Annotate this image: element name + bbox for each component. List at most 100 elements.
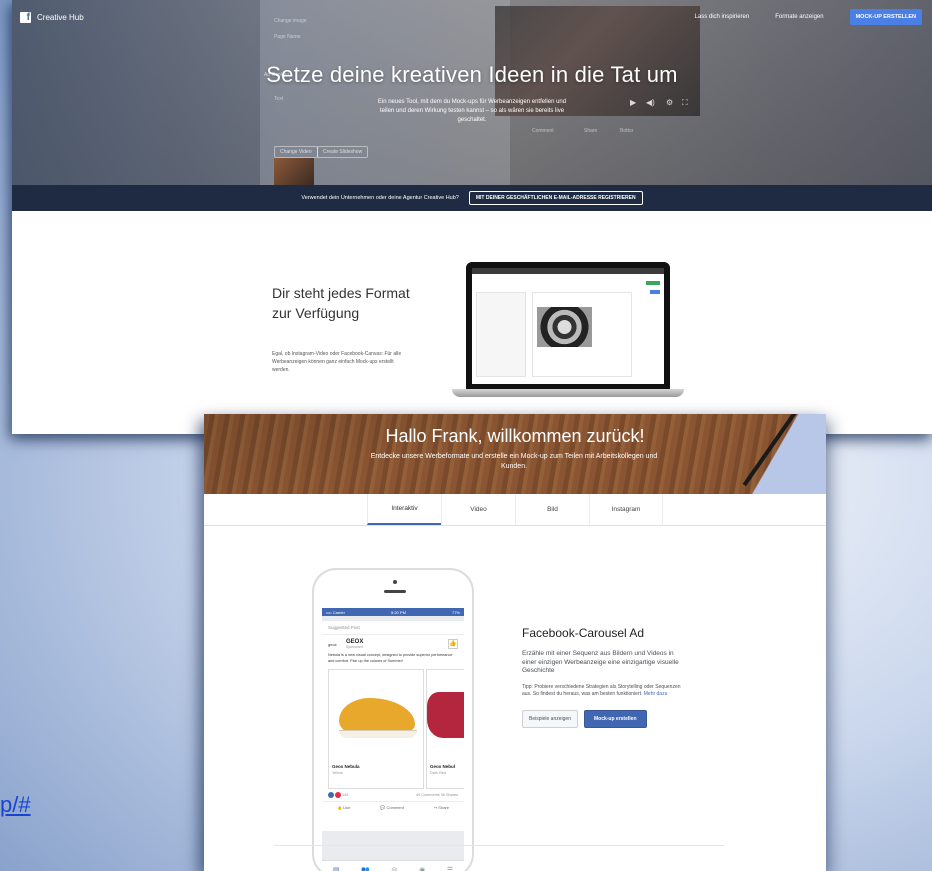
carousel-card-1[interactable]: Geox Nebula Yellow: [328, 669, 424, 789]
facebook-icon: f: [20, 12, 31, 23]
brand-logo[interactable]: f Creative Hub: [20, 12, 84, 23]
tab-bild[interactable]: Bild: [515, 494, 589, 525]
phone-mockup: •••• Carrier 5:20 PM 77% Suggested Post …: [312, 568, 474, 871]
ad-format-description: Erzähle mit einer Sequenz aus Bildern un…: [522, 650, 679, 674]
share-button[interactable]: ↪ Share: [434, 805, 449, 810]
shoe-sole: [339, 730, 417, 738]
status-carrier: •••• Carrier: [326, 609, 345, 615]
phone-tab-bar: ▤ 👥 ◎ ◉ ☰: [322, 860, 464, 871]
hero-banner: Change image Page Name Ad Content Text C…: [12, 0, 932, 185]
bg-change-image: Change image: [274, 18, 307, 24]
welcome-banner: Hallo Frank, willkommen zurück! Entdecke…: [204, 414, 826, 494]
hero-title: Setze deine kreativen Ideen in die Tat u…: [266, 62, 678, 87]
laptop-screen-content: [472, 268, 664, 384]
nav-inspire-link[interactable]: Lass dich inspirieren: [695, 14, 750, 20]
carousel[interactable]: Geox Nebula Yellow Geox Nebul Dark Red: [322, 669, 464, 789]
comment-button[interactable]: 💬 Comment: [380, 805, 403, 810]
settings-icon: ⚙: [666, 98, 674, 107]
like-button[interactable]: 👍 Like: [337, 805, 350, 810]
card-1-color: Yellow: [332, 771, 343, 775]
card-1-name: Geox Nebula: [332, 764, 360, 769]
laptop-screen: [466, 262, 670, 390]
share-label: Share: [438, 805, 449, 810]
welcome-subtitle: Entdecke unsere Werbeformate und erstell…: [370, 453, 658, 470]
ad-format-info: Facebook-Carousel Ad Erzähle mit einer S…: [522, 626, 682, 728]
red-shoe: [427, 692, 464, 738]
nav-formats-link[interactable]: Formate anzeigen: [775, 14, 823, 20]
bg-create-slideshow: Create Slideshow: [317, 146, 369, 158]
reaction-count: 145: [342, 793, 349, 797]
feature-description: Egal, ob Instagram-Video oder Facebook-C…: [272, 351, 402, 373]
love-reaction-icon: [335, 792, 341, 798]
landing-page-screenshot: Change image Page Name Ad Content Text C…: [12, 0, 932, 434]
creative-hub-screenshot: Hallo Frank, willkommen zurück! Entdecke…: [204, 414, 826, 871]
tab-video[interactable]: Video: [441, 494, 515, 525]
more-link[interactable]: Mehr dazu: [644, 691, 668, 697]
comment-label: Comment: [386, 805, 404, 810]
menu-icon[interactable]: ☰: [447, 866, 453, 871]
register-bar: Verwendet dein Unternehmen oder deine Ag…: [12, 185, 932, 211]
status-battery: 77%: [451, 609, 460, 615]
card-2-color: Dark Red: [430, 771, 447, 775]
bg-change-video: Change Video: [274, 146, 318, 158]
create-mockup-button[interactable]: MOCK-UP ERSTELLEN: [849, 9, 922, 25]
laptop-green-button: [646, 281, 660, 285]
phone-speaker: [384, 590, 406, 593]
create-mockup-ad-button[interactable]: Mock-up erstellen: [583, 709, 647, 728]
tab-instagram[interactable]: Instagram: [589, 494, 663, 525]
phone-screen: •••• Carrier 5:20 PM 77% Suggested Post …: [322, 608, 464, 871]
sponsored-label: Sponsored: [346, 645, 363, 649]
ad-tip: Tipp: Probiere verschiedene Strategien a…: [522, 684, 682, 698]
fullscreen-icon: ⛶: [682, 98, 688, 107]
register-button[interactable]: MIT DEINER GESCHÄFTLICHEN E-MAIL-ADRESSE…: [468, 191, 643, 205]
laptop-base: [452, 389, 684, 397]
ad-buttons: Beispiele anzeigen Mock-up erstellen: [522, 709, 682, 728]
bg-text: Text: [274, 96, 284, 102]
laptop-post-preview: [532, 292, 632, 377]
feature-title: Dir steht jedes Format zur Verfügung: [272, 285, 410, 321]
post-header: geox GEOX Sponsored 👍: [322, 635, 464, 651]
volume-icon: ◀): [646, 98, 655, 107]
laptop-topbar: [472, 268, 664, 274]
friends-icon[interactable]: 👥: [361, 866, 370, 871]
status-bar: •••• Carrier 5:20 PM 77%: [322, 608, 464, 616]
reactions-row: 145 49 Comments 36 Shares: [322, 789, 464, 801]
top-nav: Lass dich inspirieren Formate anzeigen M…: [695, 9, 922, 25]
tab-interaktiv[interactable]: Interaktiv: [367, 494, 441, 525]
geox-logo: geox: [328, 641, 337, 647]
phone-camera: [393, 580, 397, 584]
url-fragment-link[interactable]: p/#: [0, 792, 31, 818]
laptop-post-image: [537, 307, 592, 347]
format-tabs: Interaktiv Video Bild Instagram: [204, 494, 826, 526]
carousel-card-2[interactable]: Geox Nebul Dark Red: [426, 669, 464, 789]
laptop-blue-button: [650, 290, 660, 294]
comments-shares: 49 Comments 36 Shares: [416, 793, 458, 797]
show-examples-button[interactable]: Beispiele anzeigen: [522, 709, 578, 728]
suggested-post-label: Suggested Post: [322, 621, 464, 635]
marketplace-icon[interactable]: ◎: [391, 866, 397, 871]
carousel-post: Suggested Post geox GEOX Sponsored 👍 Neb…: [322, 621, 464, 831]
red-shoe-image: [427, 670, 464, 762]
laptop-sidebar: [476, 292, 526, 377]
like-reaction-icon: [328, 792, 334, 798]
post-actions: 👍 Like 💬 Comment ↪ Share: [322, 801, 464, 813]
like-label: Like: [343, 805, 351, 810]
bg-share: Share: [584, 128, 598, 134]
card-2-name: Geox Nebul: [430, 764, 456, 769]
news-feed-icon[interactable]: ▤: [333, 866, 340, 871]
laptop-illustration: [452, 262, 684, 402]
bg-boost: Bottor: [620, 128, 634, 134]
play-icon: ▶: [630, 98, 637, 107]
notifications-icon[interactable]: ◉: [419, 866, 425, 871]
yellow-shoe-image: [329, 670, 423, 762]
bg-comment: Comment: [532, 128, 554, 134]
tip-label: Tipp:: [522, 683, 533, 690]
like-page-icon[interactable]: 👍: [448, 639, 458, 649]
register-text: Verwendet dein Unternehmen oder deine Ag…: [301, 195, 459, 201]
brand-name: Creative Hub: [37, 13, 84, 22]
status-time: 5:20 PM: [391, 609, 406, 615]
welcome-title: Hallo Frank, willkommen zurück!: [385, 426, 645, 446]
bg-page-name: Page Name: [274, 34, 301, 40]
section-divider: [274, 845, 724, 846]
reaction-icons: 145: [328, 792, 348, 798]
